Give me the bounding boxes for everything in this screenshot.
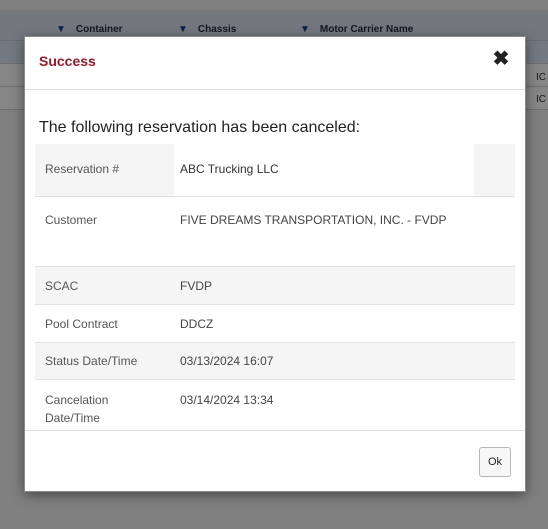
detail-row-customer: Customer FIVE DREAMS TRANSPORTATION, INC… bbox=[35, 196, 515, 267]
detail-value: FVDP bbox=[170, 266, 515, 305]
detail-value: ABC Trucking LLC bbox=[174, 144, 474, 196]
reservation-details-table: Reservation # ABC Trucking LLC Customer … bbox=[35, 144, 515, 434]
detail-label: Status Date/Time bbox=[35, 342, 170, 380]
detail-row-cancelation-datetime: Cancelation Date/Time 03/14/2024 13:34 bbox=[35, 380, 515, 434]
detail-value: FIVE DREAMS TRANSPORTATION, INC. - FVDP bbox=[170, 196, 515, 267]
detail-label: Customer bbox=[35, 196, 170, 267]
ok-button[interactable]: Ok bbox=[479, 447, 511, 477]
detail-row-status-datetime: Status Date/Time 03/13/2024 16:07 bbox=[35, 342, 515, 380]
detail-row-scac: SCAC FVDP bbox=[35, 266, 515, 305]
detail-value: 03/13/2024 16:07 bbox=[170, 342, 515, 380]
detail-row-reservation: Reservation # ABC Trucking LLC bbox=[35, 144, 515, 197]
success-dialog: Success ✖ The following reservation has … bbox=[24, 36, 526, 492]
detail-value: DDCZ bbox=[170, 304, 515, 343]
detail-row-pool-contract: Pool Contract DDCZ bbox=[35, 304, 515, 343]
detail-label: Cancelation Date/Time bbox=[45, 393, 109, 425]
detail-value: 03/14/2024 13:34 bbox=[180, 393, 274, 407]
close-icon[interactable]: ✖ bbox=[489, 47, 513, 71]
detail-label: Reservation # bbox=[35, 144, 170, 197]
dialog-header: Success ✖ bbox=[25, 37, 525, 90]
dialog-message: The following reservation has been cance… bbox=[39, 119, 361, 136]
detail-label: Pool Contract bbox=[35, 304, 170, 343]
detail-label: SCAC bbox=[35, 266, 170, 305]
dialog-footer: Ok bbox=[25, 430, 525, 491]
dialog-title: Success bbox=[39, 53, 96, 69]
